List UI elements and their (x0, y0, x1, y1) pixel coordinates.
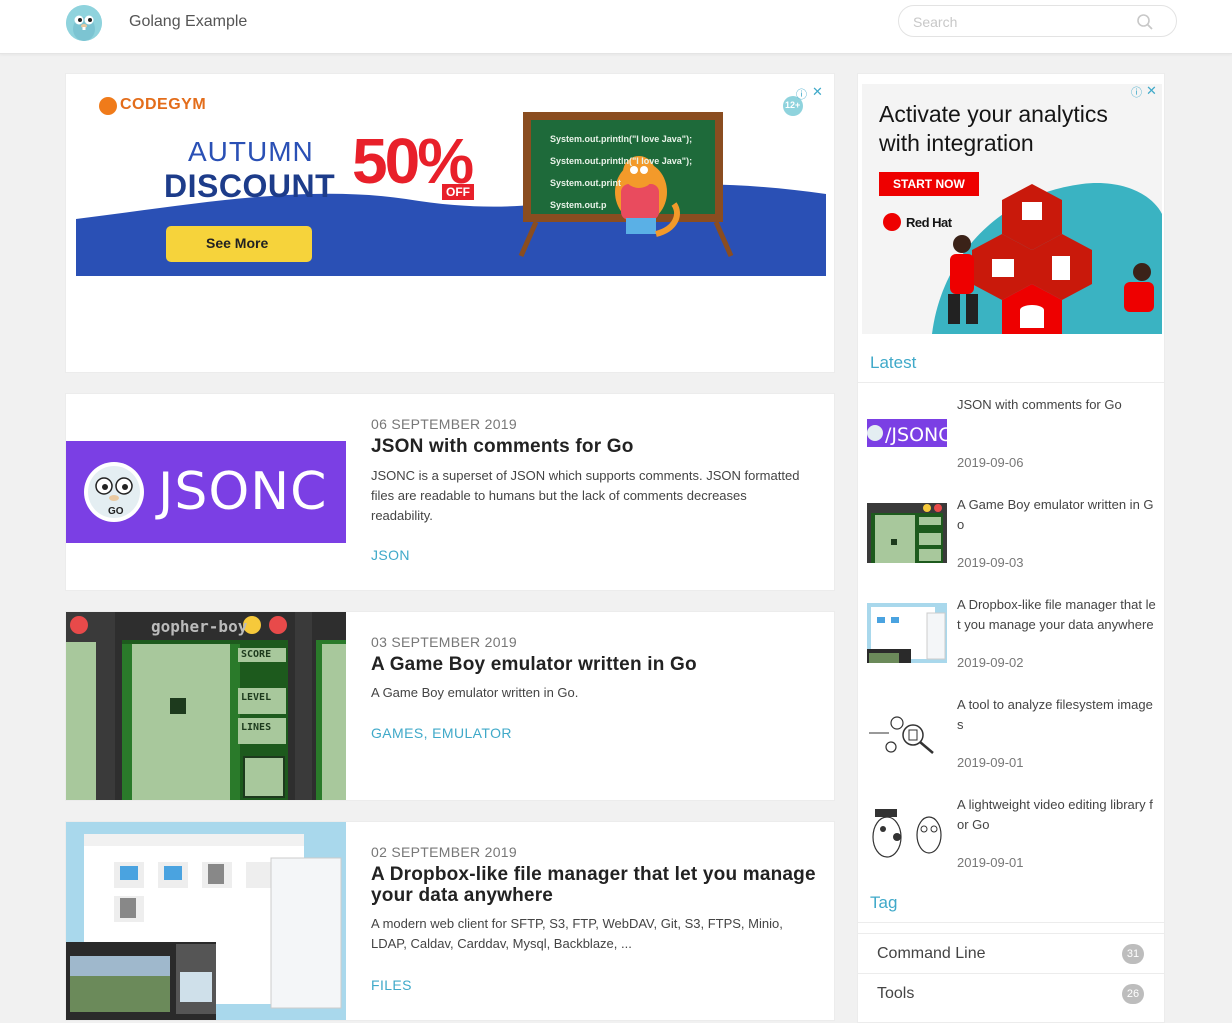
latest-thumbnail[interactable] (867, 803, 947, 863)
tag-link[interactable]: FILES (371, 977, 412, 993)
codegym-brand: CODEGYM (120, 96, 207, 113)
ad-info-icon[interactable]: ⓘ (796, 86, 807, 102)
board-line-2: System.out.println("I love Java"); (550, 156, 693, 166)
latest-item[interactable]: A Dropbox-like file manager that let you… (867, 595, 1157, 685)
tag-row[interactable]: Command Line 31 (858, 933, 1164, 973)
board-line-4: System.out.p (550, 200, 607, 210)
latest-item[interactable]: A Game Boy emulator written in Go 2019-0… (867, 495, 1157, 585)
lines-label: LINES (241, 722, 272, 733)
ad-info-icon[interactable]: ⓘ (1131, 84, 1142, 100)
side-ad-headline: Activate your analytics with integration (879, 101, 1108, 156)
post-title[interactable]: A Dropbox-like file manager that let you… (371, 864, 816, 906)
post-date: 03 SEPTEMBER 2019 (371, 634, 517, 650)
search-icon[interactable] (1136, 13, 1154, 31)
codegym-ad-banner[interactable]: CODEGYM AUTUMN DISCOUNT 50% OFF See More… (76, 84, 826, 276)
tag-count-badge: 26 (1122, 984, 1144, 1004)
tag-link[interactable]: JSON (371, 547, 410, 563)
ad-close-icon[interactable]: ✕ (812, 84, 823, 100)
divider (858, 382, 1164, 383)
tag-link[interactable]: GAMES (371, 725, 424, 741)
redhat-ad-banner[interactable]: Activate your analytics with integration… (862, 84, 1162, 334)
redhat-brand: Red Hat (906, 215, 952, 230)
jsonc-go-text: GO (108, 506, 124, 517)
latest-title[interactable]: A lightweight video editing library for … (957, 795, 1157, 835)
post-title[interactable]: A Game Boy emulator written in Go (371, 654, 816, 675)
post-thumbnail[interactable]: gopher-boy SCORE LEVEL LINES (66, 612, 346, 800)
main-advertisement: CODEGYM AUTUMN DISCOUNT 50% OFF See More… (65, 73, 835, 373)
site-title[interactable]: Golang Example (129, 13, 247, 31)
latest-date: 2019-09-02 (957, 655, 1024, 670)
see-more-button[interactable]: See More (206, 235, 268, 251)
site-header: Golang Example (0, 0, 1232, 54)
tag-count-badge: 31 (1122, 944, 1144, 964)
ad-off: OFF (442, 184, 474, 200)
ad-line2: DISCOUNT (164, 168, 336, 204)
post-date: 02 SEPTEMBER 2019 (371, 844, 517, 860)
sidebar: Activate your analytics with integration… (857, 73, 1165, 1023)
board-line-1: System.out.println("I love Java"); (550, 134, 693, 144)
tag-heading: Tag (870, 893, 898, 912)
ad-line1: AUTUMN (188, 136, 314, 167)
latest-date: 2019-09-03 (957, 555, 1024, 570)
post-card: 02 SEPTEMBER 2019 A Dropbox-like file ma… (65, 821, 835, 1021)
latest-title[interactable]: A Dropbox-like file manager that let you… (957, 595, 1157, 635)
search-box (898, 5, 1177, 37)
tag-name[interactable]: Command Line (877, 945, 986, 963)
svg-text:/JSONC: /JSONC (885, 424, 947, 446)
post-tags: GAMES, EMULATOR (371, 725, 512, 741)
latest-thumbnail[interactable]: /JSONC (867, 403, 947, 463)
post-excerpt: A modern web client for SFTP, S3, FTP, W… (371, 916, 783, 951)
post-excerpt: JSONC is a superset of JSON which suppor… (371, 468, 800, 523)
post-thumbnail[interactable] (66, 822, 346, 1020)
latest-thumbnail[interactable] (867, 703, 947, 763)
latest-thumbnail[interactable] (867, 503, 947, 563)
post-excerpt: A Game Boy emulator written in Go. (371, 685, 579, 700)
tag-link[interactable]: EMULATOR (432, 725, 512, 741)
latest-date: 2019-09-06 (957, 455, 1024, 470)
board-line-3: System.out.print (550, 178, 622, 188)
gopher-logo-icon[interactable] (66, 5, 102, 41)
score-label: SCORE (241, 649, 272, 660)
post-date: 06 SEPTEMBER 2019 (371, 416, 517, 432)
jsonc-logo-text: JSONC (158, 462, 328, 522)
post-tags: JSON (371, 547, 410, 563)
tag-row[interactable]: Tools 26 (858, 973, 1164, 1013)
ad-close-icon[interactable]: ✕ (1146, 84, 1157, 99)
latest-item[interactable]: A lightweight video editing library for … (867, 795, 1157, 885)
latest-heading: Latest (870, 353, 917, 372)
tag-name[interactable]: Tools (877, 985, 914, 1003)
search-input[interactable] (913, 12, 1133, 32)
latest-date: 2019-09-01 (957, 855, 1024, 870)
post-card: JSONC GO 06 SEPTEMBER 2019 JSON with com… (65, 393, 835, 591)
post-thumbnail[interactable]: JSONC GO (66, 394, 346, 590)
divider (858, 922, 1164, 923)
latest-item[interactable]: /JSONC JSON with comments for Go 2019-09… (867, 395, 1157, 485)
post-tags: FILES (371, 977, 412, 993)
latest-title[interactable]: A Game Boy emulator written in Go (957, 495, 1157, 535)
gopher-boy-label: gopher-boy (151, 617, 248, 636)
latest-thumbnail[interactable] (867, 603, 947, 663)
latest-title[interactable]: JSON with comments for Go (957, 395, 1157, 415)
latest-item[interactable]: A tool to analyze filesystem images 2019… (867, 695, 1157, 785)
latest-date: 2019-09-01 (957, 755, 1024, 770)
post-card: gopher-boy SCORE LEVEL LINES 03 SEPTEMBE… (65, 611, 835, 801)
latest-title[interactable]: A tool to analyze filesystem images (957, 695, 1157, 735)
post-title[interactable]: JSON with comments for Go (371, 436, 816, 457)
level-label: LEVEL (241, 692, 272, 703)
start-now-button[interactable]: START NOW (893, 177, 965, 191)
